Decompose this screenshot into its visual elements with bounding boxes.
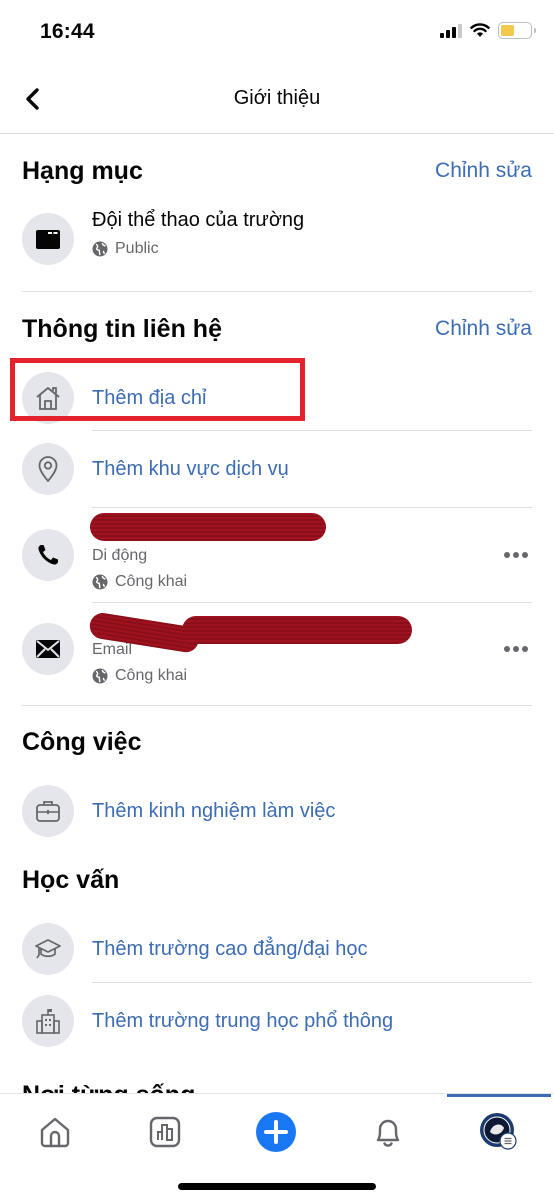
category-section: Hạng mục Chỉnh sửa Đội thể thao của trườ…	[0, 135, 554, 292]
add-address-link[interactable]: Thêm địa chỉ	[92, 387, 532, 410]
profile-avatar-icon	[480, 1113, 517, 1150]
category-item: Đội thể thao của trường Public	[22, 207, 532, 287]
add-high-school-row[interactable]: Thêm trường trung học phổ thông	[22, 983, 532, 1059]
category-folder-icon	[36, 230, 60, 249]
envelope-icon	[36, 640, 60, 658]
add-college-row[interactable]: Thêm trường cao đẳng/đại học	[22, 916, 532, 982]
status-bar: 16:44	[0, 0, 554, 66]
nav-home[interactable]	[33, 1110, 77, 1154]
battery-level	[501, 25, 514, 36]
section-title-category: Hạng mục	[22, 156, 143, 185]
cellular-signal-icon	[440, 23, 462, 38]
section-title-work: Công việc	[22, 727, 142, 756]
location-pin-icon	[38, 456, 58, 482]
category-label: Đội thể thao của trường	[92, 209, 305, 231]
status-time: 16:44	[40, 20, 95, 43]
page-title: Giới thiệu	[233, 87, 321, 109]
globe-icon	[92, 241, 108, 257]
category-privacy[interactable]: Public	[92, 240, 532, 258]
add-address-row[interactable]: Thêm địa chỉ	[22, 366, 532, 430]
graduation-cap-icon	[35, 939, 61, 959]
work-section: Công việc Thêm kinh nghiệm làm việc	[0, 706, 554, 844]
email-icon-wrap	[22, 623, 74, 675]
email-privacy-label: Công khai	[115, 667, 188, 684]
about-content[interactable]: Hạng mục Chỉnh sửa Đội thể thao của trườ…	[0, 135, 554, 1093]
battery-icon	[498, 22, 536, 39]
briefcase-icon	[36, 801, 60, 822]
address-icon-wrap	[22, 372, 74, 424]
add-service-area-row[interactable]: Thêm khu vực dịch vụ	[22, 431, 532, 507]
email-privacy[interactable]: Công khai	[92, 667, 532, 685]
phone-more-button[interactable]	[504, 552, 528, 558]
add-work-row[interactable]: Thêm kinh nghiệm làm việc	[22, 778, 532, 844]
globe-icon	[92, 574, 108, 590]
nav-insights[interactable]	[143, 1110, 187, 1154]
service-area-icon-wrap	[22, 443, 74, 495]
college-icon-wrap	[22, 923, 74, 975]
section-title-contact: Thông tin liên hệ	[22, 314, 222, 343]
high-school-icon-wrap	[22, 995, 74, 1047]
edit-category-button[interactable]: Chỉnh sửa	[435, 159, 532, 183]
active-tab-indicator	[447, 1094, 551, 1097]
phone-row: Di động Công khai	[22, 508, 532, 602]
contact-section: Thông tin liên hệ Chỉnh sửa Thêm địa chỉ	[0, 292, 554, 706]
email-more-button[interactable]	[504, 646, 528, 652]
nav-notifications[interactable]	[366, 1110, 410, 1154]
nav-create[interactable]	[254, 1110, 298, 1154]
bar-chart-icon	[149, 1116, 181, 1148]
home-icon	[36, 387, 60, 410]
nav-profile-menu[interactable]	[477, 1110, 521, 1154]
wifi-icon	[470, 23, 490, 37]
section-title-education: Học vấn	[22, 865, 120, 894]
bell-icon	[376, 1119, 400, 1147]
add-service-area-link[interactable]: Thêm khu vực dịch vụ	[92, 458, 532, 481]
home-indicator[interactable]	[178, 1183, 376, 1190]
category-icon-wrap	[22, 213, 74, 265]
add-work-link[interactable]: Thêm kinh nghiệm làm việc	[92, 800, 532, 823]
email-redaction-b	[182, 616, 412, 644]
section-title-places-lived: Nơi từng sống	[22, 1081, 195, 1094]
phone-privacy-label: Công khai	[115, 573, 188, 590]
school-building-icon	[36, 1009, 60, 1034]
phone-icon	[38, 545, 58, 565]
status-icons	[440, 22, 536, 39]
phone-type: Di động	[92, 547, 148, 564]
email-row: Email Công khai	[22, 603, 532, 695]
category-privacy-label: Public	[115, 240, 159, 257]
phone-icon-wrap	[22, 529, 74, 581]
phone-redaction	[90, 513, 326, 541]
add-college-link[interactable]: Thêm trường cao đẳng/đại học	[92, 938, 532, 961]
edit-contact-button[interactable]: Chỉnh sửa	[435, 317, 532, 341]
phone-privacy[interactable]: Công khai	[92, 573, 532, 591]
work-icon-wrap	[22, 785, 74, 837]
globe-icon	[92, 668, 108, 684]
plus-circle-icon	[256, 1112, 296, 1152]
home-outline-icon	[40, 1117, 70, 1148]
add-high-school-link[interactable]: Thêm trường trung học phổ thông	[92, 1010, 532, 1033]
places-lived-section: Nơi từng sống	[0, 1059, 554, 1094]
nav-header: Giới thiệu	[0, 66, 554, 134]
education-section: Học vấn Thêm trường cao đẳng/đại học Thê…	[0, 844, 554, 1059]
